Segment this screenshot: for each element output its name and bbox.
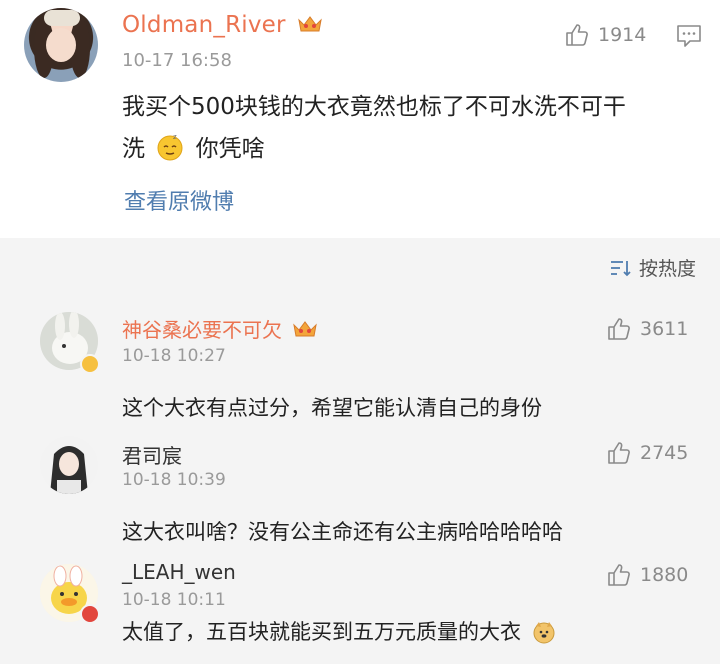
verified-badge-icon	[80, 354, 100, 374]
post-body: 我买个500块钱的大衣竟然也标了不可水洗不可干 洗 z 你凭啥	[122, 86, 702, 170]
comment-like-button[interactable]: 1880	[606, 562, 688, 588]
post-like-button[interactable]: 1914	[564, 22, 646, 48]
original-post: Oldman_River 10-17 16:58 1914 我买个500块钱的大…	[0, 0, 720, 238]
thumb-up-icon	[608, 564, 630, 586]
comment-like-count: 1880	[640, 564, 689, 586]
comment-timestamp: 10-18 10:27	[122, 346, 226, 366]
comment-timestamp: 10-18 10:11	[122, 590, 226, 610]
post-like-count: 1914	[598, 24, 647, 46]
thumb-up-icon	[608, 442, 630, 464]
svg-text:z: z	[173, 133, 177, 141]
comment-timestamp: 10-18 10:39	[122, 470, 226, 490]
crown-badge-icon	[293, 321, 318, 337]
sort-icon	[610, 260, 631, 276]
member-badge-icon	[80, 604, 100, 624]
comment-icon[interactable]	[676, 24, 702, 48]
anime-character-avatar-icon	[40, 436, 98, 494]
crown-badge-icon	[298, 16, 322, 32]
post-body-line2: 洗 z 你凭啥	[122, 128, 702, 170]
comment-like-count: 3611	[640, 318, 689, 340]
doge-emoji-icon	[533, 622, 555, 644]
comment-like-count: 2745	[640, 442, 689, 464]
view-original-link[interactable]: 查看原微博	[124, 184, 234, 216]
comment-sort-bar: 按热度	[0, 238, 720, 294]
comment-text: 这个大衣有点过分，希望它能认清自己的身份	[122, 396, 542, 420]
commenter-name[interactable]: 神谷桑必要不可欠	[122, 314, 318, 343]
comment-list: 神谷桑必要不可欠 10-18 10:27 3611 这个大衣有点过分，希望它能认…	[0, 294, 720, 664]
sleepy-face-emoji-icon: z	[157, 133, 183, 161]
comment-like-button[interactable]: 2745	[606, 440, 688, 466]
post-username[interactable]: Oldman_River	[122, 12, 323, 38]
post-body-line2-end: 你凭啥	[195, 136, 265, 162]
thumb-up-icon	[566, 24, 588, 46]
comment-like-button[interactable]: 3611	[606, 316, 688, 342]
comment-text: 这大衣叫啥？没有公主命还有公主病哈哈哈哈哈	[122, 520, 563, 544]
post-body-line2-start: 洗	[122, 136, 145, 162]
commenter-avatar[interactable]	[40, 436, 98, 494]
post-username-text[interactable]: Oldman_River	[122, 12, 286, 38]
post-timestamp: 10-17 16:58	[122, 50, 232, 71]
comment-text: 太值了，五百块就能买到五万元质量的大衣	[122, 616, 560, 646]
post-body-line1: 我买个500块钱的大衣竟然也标了不可水洗不可干	[122, 94, 626, 120]
comment-text-body: 太值了，五百块就能买到五万元质量的大衣	[122, 620, 521, 644]
commenter-name-text[interactable]: 神谷桑必要不可欠	[122, 318, 282, 342]
commenter-name[interactable]: 君司宸	[122, 440, 182, 469]
sort-label: 按热度	[638, 258, 696, 280]
commenter-name[interactable]: _LEAH_wen	[122, 560, 236, 584]
sort-by-hot-button[interactable]: 按热度	[609, 254, 696, 281]
post-user-avatar[interactable]	[24, 8, 98, 82]
thumb-up-icon	[608, 318, 630, 340]
